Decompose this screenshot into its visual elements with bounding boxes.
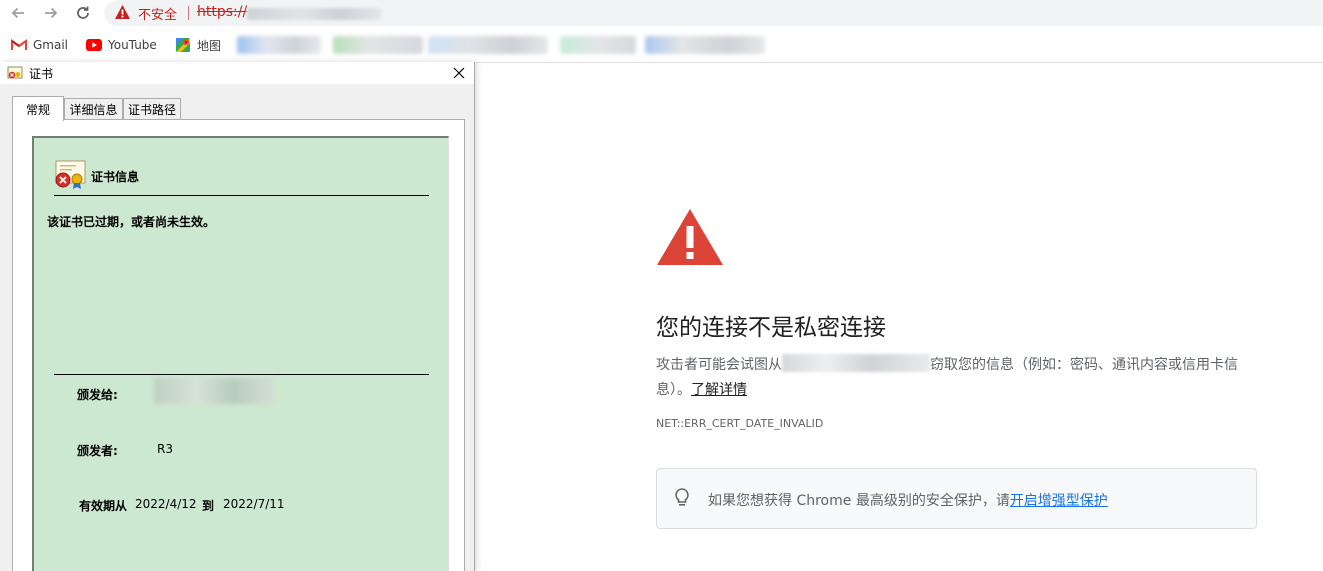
issued-to-label: 颁发给: [77, 388, 118, 402]
issued-by-value: R3 [157, 442, 173, 456]
learn-more-link[interactable]: 了解详情 [691, 382, 747, 398]
issued-to-redacted [154, 378, 276, 404]
valid-to-value: 2022/7/11 [223, 497, 285, 511]
tab-details[interactable]: 详细信息 [64, 98, 123, 120]
bookmarks-redacted [237, 36, 321, 54]
omnibox-separator [188, 6, 189, 20]
dialog-titlebar[interactable]: 证书 [0, 62, 474, 84]
back-arrow-icon [11, 7, 24, 19]
reload-icon [77, 6, 89, 19]
bookmarks-redacted [428, 36, 548, 54]
bookmark-maps[interactable]: 地图 [175, 35, 221, 55]
warning-message: 攻击者可能会试图从 窃取您的信息（例如：密码、通讯内容或信用卡信息）。了解详情 [656, 353, 1256, 403]
not-secure-label[interactable]: 不安全 [138, 4, 177, 23]
close-icon [453, 67, 465, 79]
forward-button[interactable] [40, 2, 62, 24]
certificate-status-message: 该证书已过期，或者尚未生效。 [47, 215, 216, 229]
youtube-icon [86, 39, 102, 51]
bookmark-label: 地图 [197, 38, 222, 53]
domain-redacted [782, 354, 930, 372]
enhanced-protection-prompt: 如果您想获得 Chrome 最高级别的安全保护，请 [708, 493, 1010, 509]
invalid-certificate-icon [55, 160, 86, 189]
enhanced-protection-box: 如果您想获得 Chrome 最高级别的安全保护，请开启增强型保护 [656, 468, 1257, 529]
gmail-icon [11, 39, 27, 50]
general-tab-panel: 证书信息 该证书已过期，或者尚未生效。 颁发给: 颁发者: R3 有效期从 20… [12, 119, 465, 571]
back-button[interactable] [7, 2, 29, 24]
bookmark-label: YouTube [108, 38, 157, 52]
tab-certification-path[interactable]: 证书路径 [123, 98, 181, 120]
maps-icon [176, 38, 190, 52]
error-code[interactable]: NET::ERR_CERT_DATE_INVALID [656, 417, 823, 430]
certificate-dialog: 证书 常规 详细信息 证书路径 证书信息 该证书已过期，或者尚未生效。 颁发给: [0, 62, 475, 571]
lightbulb-icon [675, 488, 689, 506]
divider [54, 195, 429, 196]
valid-from-value: 2022/4/12 [135, 497, 197, 511]
bookmark-label: Gmail [33, 38, 69, 52]
forward-arrow-icon [45, 7, 58, 19]
bookmark-gmail[interactable]: Gmail [11, 35, 68, 55]
enhanced-protection-text: 如果您想获得 Chrome 最高级别的安全保护，请开启增强型保护 [708, 490, 1108, 510]
tab-general[interactable]: 常规 [12, 96, 64, 121]
url-scheme[interactable]: https:// [197, 4, 247, 20]
bookmarks-redacted [645, 36, 765, 54]
certificate-icon [7, 66, 23, 79]
address-bar[interactable]: 不安全 https:// [104, 0, 1323, 26]
reload-button[interactable] [72, 2, 94, 24]
bookmarks-redacted [560, 36, 636, 54]
bookmark-youtube[interactable]: YouTube [86, 35, 157, 55]
certificate-info-title: 证书信息 [91, 170, 140, 184]
enhanced-protection-link[interactable]: 开启增强型保护 [1010, 493, 1108, 509]
browser-toolbar: 不安全 https:// [0, 0, 1323, 26]
valid-from-label: 有效期从 [79, 499, 128, 513]
warning-text-prefix: 攻击者可能会试图从 [656, 357, 782, 373]
page-title: 您的连接不是私密连接 [656, 315, 886, 341]
url-redacted [247, 8, 381, 20]
certificate-info-box: 证书信息 该证书已过期，或者尚未生效。 颁发给: 颁发者: R3 有效期从 20… [32, 136, 449, 571]
bookmarks-redacted [333, 36, 423, 54]
dialog-title: 证书 [29, 67, 54, 81]
divider [54, 374, 429, 375]
issued-by-label: 颁发者: [77, 444, 118, 458]
close-button[interactable] [449, 64, 469, 82]
valid-to-label: 到 [202, 499, 215, 513]
warning-icon[interactable] [114, 4, 131, 20]
security-warning-icon [657, 209, 723, 265]
